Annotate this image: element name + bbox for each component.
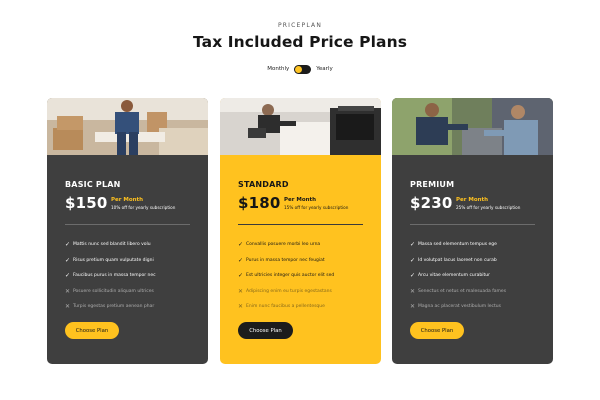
list-item: ✓ Risus pretium quam vulputate digni [65,253,205,269]
list-item: ✓ Est ultricies integer quis auctor elit … [238,268,378,284]
billing-switch[interactable] [294,64,312,74]
plan-name: PREMIUM [410,180,455,189]
list-item: ✓ Massa sed elementum tempus ege [410,237,550,253]
list-item: ✕ Magna ac placerat vestibulum lectus [410,299,550,315]
list-item: ✓ Mattis nunc sed blandit libero volu [65,237,205,253]
feature-text: Turpis egestas pretium aenean phar [73,304,155,310]
monthly-label[interactable]: Monthly [267,66,289,72]
plan-card-premium: PREMIUM $230 Per Month 25% off for yearl… [392,98,553,364]
plan-price: $150 [65,194,108,212]
feature-text: Purus in massa tempor nec feugiat [246,257,325,263]
divider [238,224,363,225]
cross-icon: ✕ [410,287,416,295]
cross-icon: ✕ [410,303,416,311]
feature-list: ✓ Mattis nunc sed blandit libero volu ✓ Ri… [65,237,205,315]
plan-name: BASIC PLAN [65,180,121,189]
list-item: ✕ Senectus et netus et malesuada fames [410,284,550,300]
feature-list: ✓ Massa sed elementum tempus ege ✓ Id volu… [410,237,550,315]
check-icon: ✓ [410,256,416,264]
feature-text: Enim nunc faucibus a pellentesque [246,304,325,310]
choose-plan-button[interactable]: Choose Plan [238,322,293,339]
plan-card-basic: BASIC PLAN $150 Per Month 10% off for ye… [47,98,208,364]
cross-icon: ✕ [238,287,244,295]
plan-discount-note: 15% off for yearly subscription [284,205,349,210]
feature-text: Est ultricies integer quis auctor elit s… [246,273,335,279]
list-item: ✓ Faucibus purus in massa tempor nec [65,268,205,284]
cross-icon: ✕ [238,303,244,311]
feature-text: Arcu vitae elementum curabitur [418,273,490,279]
plan-period: Per Month [111,197,144,203]
list-item: ✓ Id volutpat lacus laoreet non curab [410,253,550,269]
check-icon: ✓ [65,272,71,280]
billing-toggle: Monthly Yearly [0,63,600,75]
yearly-label[interactable]: Yearly [316,66,332,72]
feature-text: Senectus et netus et malesuada fames [418,288,507,294]
choose-plan-button[interactable]: Choose Plan [410,322,464,339]
plan-card-standard: STANDARD $180 Per Month 15% off for year… [220,98,381,364]
list-item: ✕ Adipiscing enim eu turpis egestastans [238,284,378,300]
plan-price: $230 [410,194,453,212]
section-eyebrow: PRICEPLAN [277,22,323,29]
plan-price: $180 [238,194,281,212]
feature-text: Massa sed elementum tempus ege [418,242,497,248]
list-item: ✓ Arcu vitae elementum curabitur [410,268,550,284]
plan-photo [392,98,553,155]
page-title: Tax Included Price Plans [192,33,408,51]
feature-list: ✓ Convallis posuere morbi leo urna ✓ Purus… [238,237,378,315]
check-icon: ✓ [65,256,71,264]
list-item: ✕ Enim nunc faucibus a pellentesque [238,299,378,315]
plan-photo [220,98,381,155]
check-icon: ✓ [238,272,244,280]
feature-text: Magna ac placerat vestibulum lectus [418,304,501,310]
check-icon: ✓ [238,256,244,264]
plan-period: Per Month [284,197,317,203]
plan-photo [47,98,208,155]
switch-knob [295,65,303,73]
list-item: ✓ Purus in massa tempor nec feugiat [238,253,378,269]
cross-icon: ✕ [65,303,71,311]
check-icon: ✓ [410,241,416,249]
plan-name: STANDARD [238,180,289,189]
feature-text: Adipiscing enim eu turpis egestastans [246,288,332,294]
plan-discount-note: 10% off for yearly subscription [111,205,176,210]
feature-text: Faucibus purus in massa tempor nec [73,273,156,279]
list-item: ✕ Posuere sollicitudin aliquam ultrices [65,284,205,300]
list-item: ✕ Turpis egestas pretium aenean phar [65,299,205,315]
divider [410,224,535,225]
divider [65,224,190,225]
cross-icon: ✕ [65,287,71,295]
feature-text: Mattis nunc sed blandit libero volu [73,242,151,248]
feature-text: Risus pretium quam vulputate digni [73,257,154,263]
plan-period: Per Month [456,197,489,203]
choose-plan-button[interactable]: Choose Plan [65,322,119,339]
check-icon: ✓ [410,272,416,280]
list-item: ✓ Convallis posuere morbi leo urna [238,237,378,253]
plan-discount-note: 25% off for yearly subscription [456,205,521,210]
feature-text: Id volutpat lacus laoreet non curab [418,257,497,263]
feature-text: Convallis posuere morbi leo urna [246,242,321,248]
check-icon: ✓ [238,241,244,249]
check-icon: ✓ [65,241,71,249]
feature-text: Posuere sollicitudin aliquam ultrices [73,288,154,294]
